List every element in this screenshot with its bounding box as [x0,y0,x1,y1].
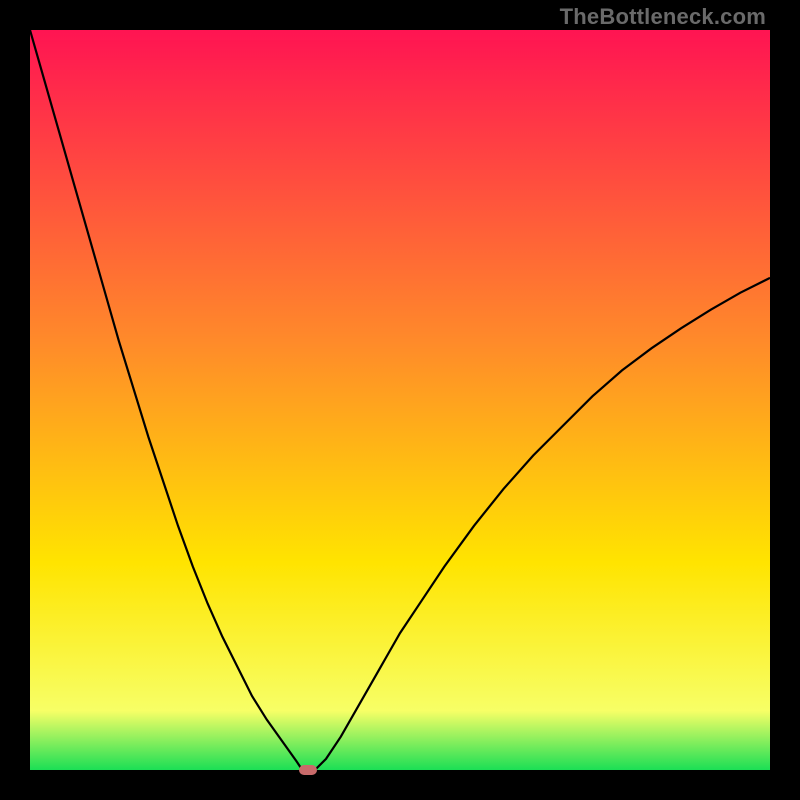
minimum-marker [299,765,317,775]
chart-frame [30,30,770,770]
curve-right-branch [315,278,770,770]
bottleneck-curve [30,30,770,770]
watermark-text: TheBottleneck.com [560,4,766,30]
curve-left-branch [30,30,302,770]
